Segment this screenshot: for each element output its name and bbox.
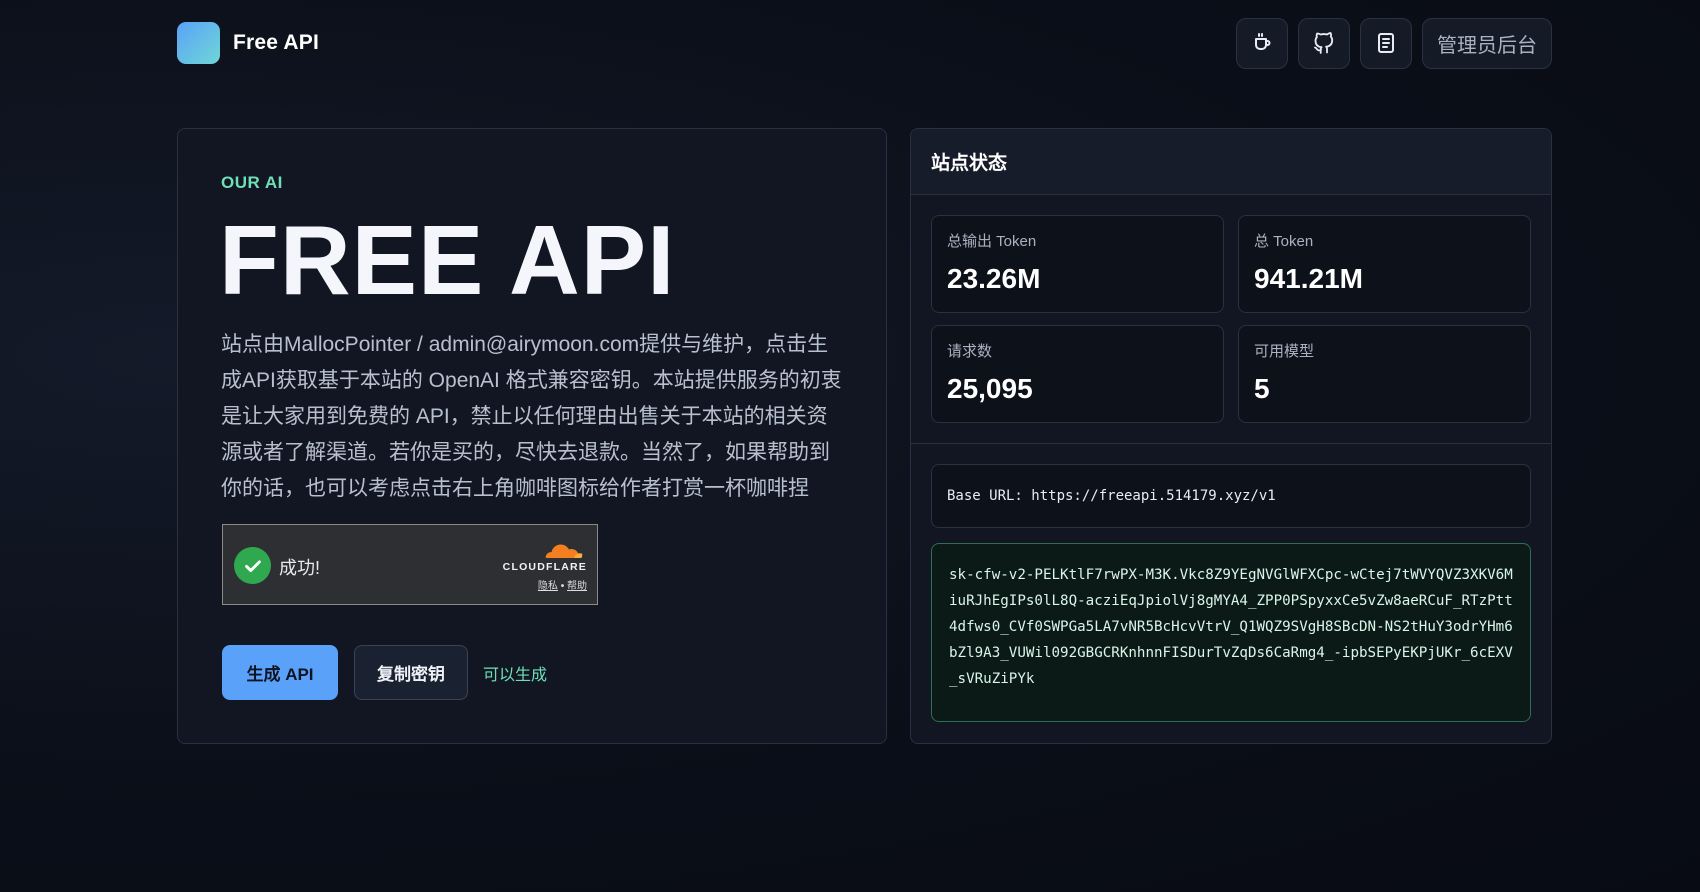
hero-title: FREE API xyxy=(219,205,676,315)
stat-value: 25,095 xyxy=(947,373,1033,404)
stat-value: 941.21M xyxy=(1254,263,1363,294)
coffee-icon xyxy=(1255,33,1271,50)
hero-eyebrow: OUR AI xyxy=(221,173,283,192)
hero-card: OUR AI FREE API 站点由MallocPointer / admin… xyxy=(177,128,887,744)
success-check-icon xyxy=(234,547,271,584)
divider xyxy=(911,443,1551,444)
stats-grid: 总输出 Token 23.26M 总 Token 941.21M 请求数 25,… xyxy=(931,215,1531,423)
base-url-box[interactable]: Base URL: https://freeapi.514179.xyz/v1 xyxy=(931,464,1531,528)
site-status-card: 站点状态 总输出 Token 23.26M 总 Token 941.21M 请求… xyxy=(910,128,1552,744)
stat-card-models: 可用模型 5 xyxy=(1238,325,1531,423)
github-button[interactable] xyxy=(1298,17,1350,69)
status-title: 站点状态 xyxy=(931,153,1008,174)
stat-label: 请求数 xyxy=(947,343,993,360)
page: Free API 管理员后台 OUR AI FREE API 站点由Malloc… xyxy=(0,0,1700,892)
stat-card-total-tokens: 总 Token 941.21M xyxy=(1238,215,1531,313)
brand-name: Free API xyxy=(233,31,320,54)
hero-actions: 生成 API 复制密钥 可以生成 xyxy=(222,645,547,700)
top-bar: Free API 管理员后台 xyxy=(177,17,1552,69)
admin-dashboard-button[interactable]: 管理员后台 xyxy=(1422,17,1552,69)
stat-label: 总 Token xyxy=(1254,233,1314,250)
cloudflare-cloud-icon xyxy=(545,544,583,558)
help-link[interactable]: 帮助 xyxy=(567,581,587,592)
stat-value: 5 xyxy=(1254,373,1270,404)
copy-key-button[interactable]: 复制密钥 xyxy=(354,645,468,700)
stat-value: 23.26M xyxy=(947,263,1041,294)
github-icon xyxy=(1314,32,1334,54)
stat-label: 可用模型 xyxy=(1254,343,1315,360)
docs-icon xyxy=(1378,33,1394,53)
stat-card-output-tokens: 总输出 Token 23.26M xyxy=(931,215,1224,313)
privacy-link[interactable]: 隐私 xyxy=(538,581,558,592)
coffee-button[interactable] xyxy=(1236,17,1288,69)
brand[interactable]: Free API xyxy=(177,22,319,64)
captcha-status: 成功! xyxy=(279,558,321,578)
generate-api-button[interactable]: 生成 API xyxy=(222,645,338,700)
status-header: 站点状态 xyxy=(911,129,1551,195)
stat-card-requests: 请求数 25,095 xyxy=(931,325,1224,423)
logo xyxy=(177,22,220,64)
api-key-box[interactable]: sk-cfw-v2-PELKtlF7rwPX-M3K.Vkc8Z9YEgNVGl… xyxy=(931,543,1531,722)
top-nav: 管理员后台 xyxy=(1236,17,1552,69)
turnstile-widget[interactable]: 成功! CLOUDFLARE 隐私 • 帮助 xyxy=(222,524,598,605)
cloudflare-wordmark: CLOUDFLARE xyxy=(502,561,587,573)
generate-status-text: 可以生成 xyxy=(483,666,548,684)
captcha-links: 隐私 • 帮助 xyxy=(538,577,587,592)
hero-description: 站点由MallocPointer / admin@airymoon.com提供与… xyxy=(221,333,842,500)
link-separator: • xyxy=(560,581,565,592)
docs-button[interactable] xyxy=(1360,17,1412,69)
stat-label: 总输出 Token xyxy=(947,233,1037,250)
